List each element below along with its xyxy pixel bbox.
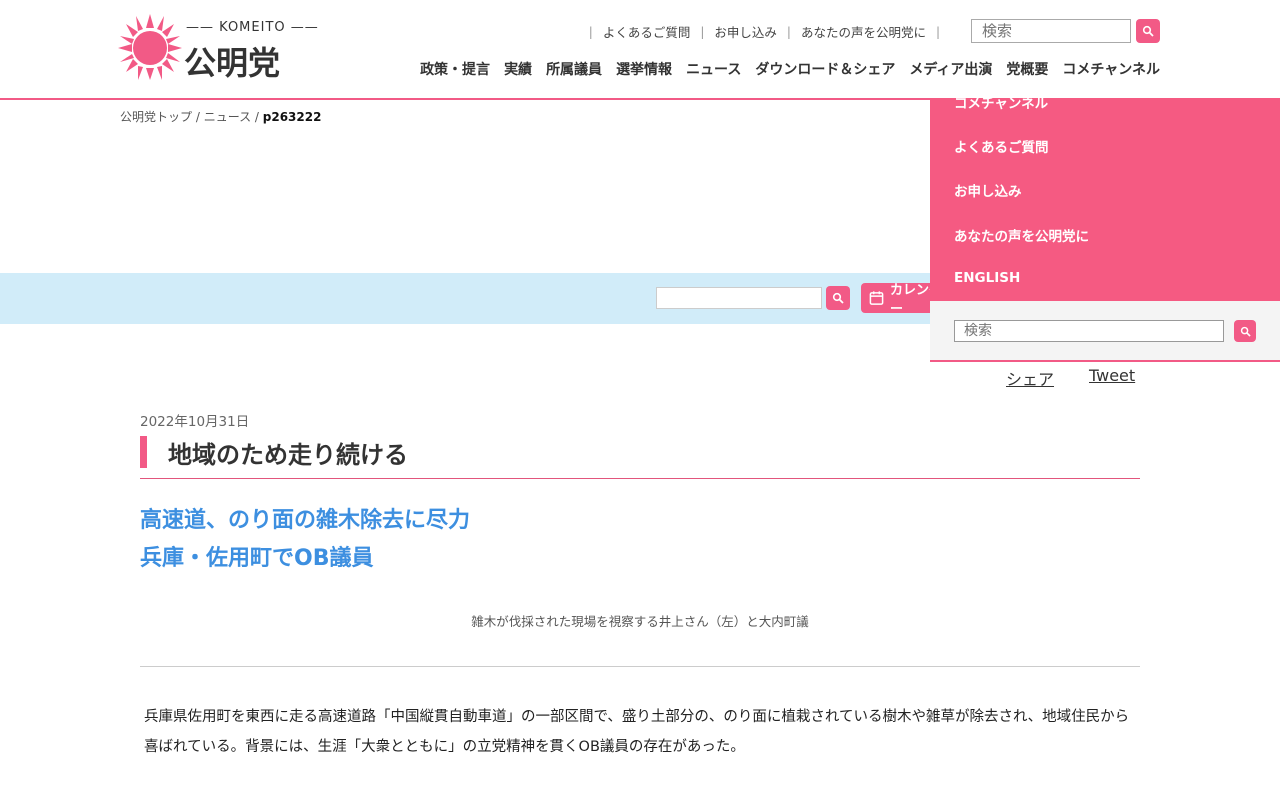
main-nav: 政策・提言 実績 所属議員 選挙情報 ニュース ダウンロード＆シェア メディア出…: [420, 59, 1160, 79]
sun-logo-icon: [118, 14, 182, 80]
search-icon: [832, 292, 844, 304]
search-icon: [1240, 326, 1251, 337]
utility-links: | よくあるご質問 | お申し込み | あなたの声を公明党に |: [579, 22, 950, 41]
logo-title: 公明党: [184, 44, 281, 82]
nav-about[interactable]: 党概要: [1006, 59, 1048, 79]
breadcrumb-news[interactable]: ニュース: [204, 110, 251, 124]
header-search-button[interactable]: [1136, 19, 1160, 43]
menu-item-faq[interactable]: よくあるご質問: [954, 136, 1049, 156]
nav-download-share[interactable]: ダウンロード＆シェア: [755, 59, 895, 79]
breadcrumb: 公明党トップ / ニュース / p263222: [120, 110, 322, 124]
nav-channel[interactable]: コメチャンネル: [1062, 59, 1160, 79]
news-search-button[interactable]: [826, 286, 850, 310]
nav-elections[interactable]: 選挙情報: [616, 59, 672, 79]
menu-item-application[interactable]: お申し込み: [954, 180, 1022, 200]
logo-subtitle: —— KOMEITO ——: [186, 20, 319, 35]
nav-news[interactable]: ニュース: [686, 59, 741, 79]
header-search-input[interactable]: [971, 19, 1131, 43]
article-body: 兵庫県佐用町を東西に走る高速道路「中国縦貫自動車道」の一部区間で、盛り土部分の、…: [144, 709, 1130, 755]
komeito-logo[interactable]: —— KOMEITO —— 公明党: [118, 12, 318, 82]
menu-item-voice[interactable]: あなたの声を公明党に: [954, 225, 1089, 245]
menu-item-channel[interactable]: コメチャンネル: [954, 92, 1048, 112]
menu-search-button[interactable]: [1234, 320, 1256, 342]
subtitle-line-1: 高速道、のり面の雑木除去に尽力: [140, 508, 471, 533]
tweet-link[interactable]: Tweet: [1089, 366, 1135, 385]
menu-search-area: [930, 301, 1280, 362]
search-icon: [1142, 25, 1154, 37]
calendar-icon: [869, 291, 884, 305]
article-subtitle: 高速道、のり面の雑木除去に尽力 兵庫・佐用町でOB議員: [140, 502, 470, 578]
subtitle-line-2: 兵庫・佐用町でOB議員: [140, 546, 374, 571]
article-title: 地域のため走り続ける: [168, 441, 408, 469]
share-link[interactable]: シェア: [1006, 366, 1054, 390]
title-divider: [140, 478, 1140, 479]
content-divider: [140, 666, 1140, 667]
title-accent-bar: [140, 436, 147, 468]
voice-link[interactable]: あなたの声を公明党に: [801, 22, 926, 41]
menu-search-input[interactable]: [954, 320, 1224, 342]
breadcrumb-current: p263222: [262, 110, 322, 124]
application-link[interactable]: お申し込み: [714, 22, 777, 41]
nav-achievements[interactable]: 実績: [504, 59, 532, 79]
faq-link[interactable]: よくあるご質問: [603, 22, 691, 41]
breadcrumb-home[interactable]: 公明党トップ: [120, 110, 192, 124]
article-date: 2022年10月31日: [140, 414, 250, 430]
nav-media[interactable]: メディア出演: [909, 59, 992, 79]
menu-item-english[interactable]: ENGLISH: [954, 270, 1020, 286]
nav-policy[interactable]: 政策・提言: [420, 59, 490, 79]
photo-caption: 雑木が伐採された現場を視察する井上さん（左）と大内町議: [471, 614, 809, 629]
news-search-input[interactable]: [656, 287, 822, 309]
nav-members[interactable]: 所属議員: [546, 59, 602, 79]
site-header: —— KOMEITO —— 公明党 | よくあるご質問 | お申し込み | あな…: [0, 0, 1280, 100]
